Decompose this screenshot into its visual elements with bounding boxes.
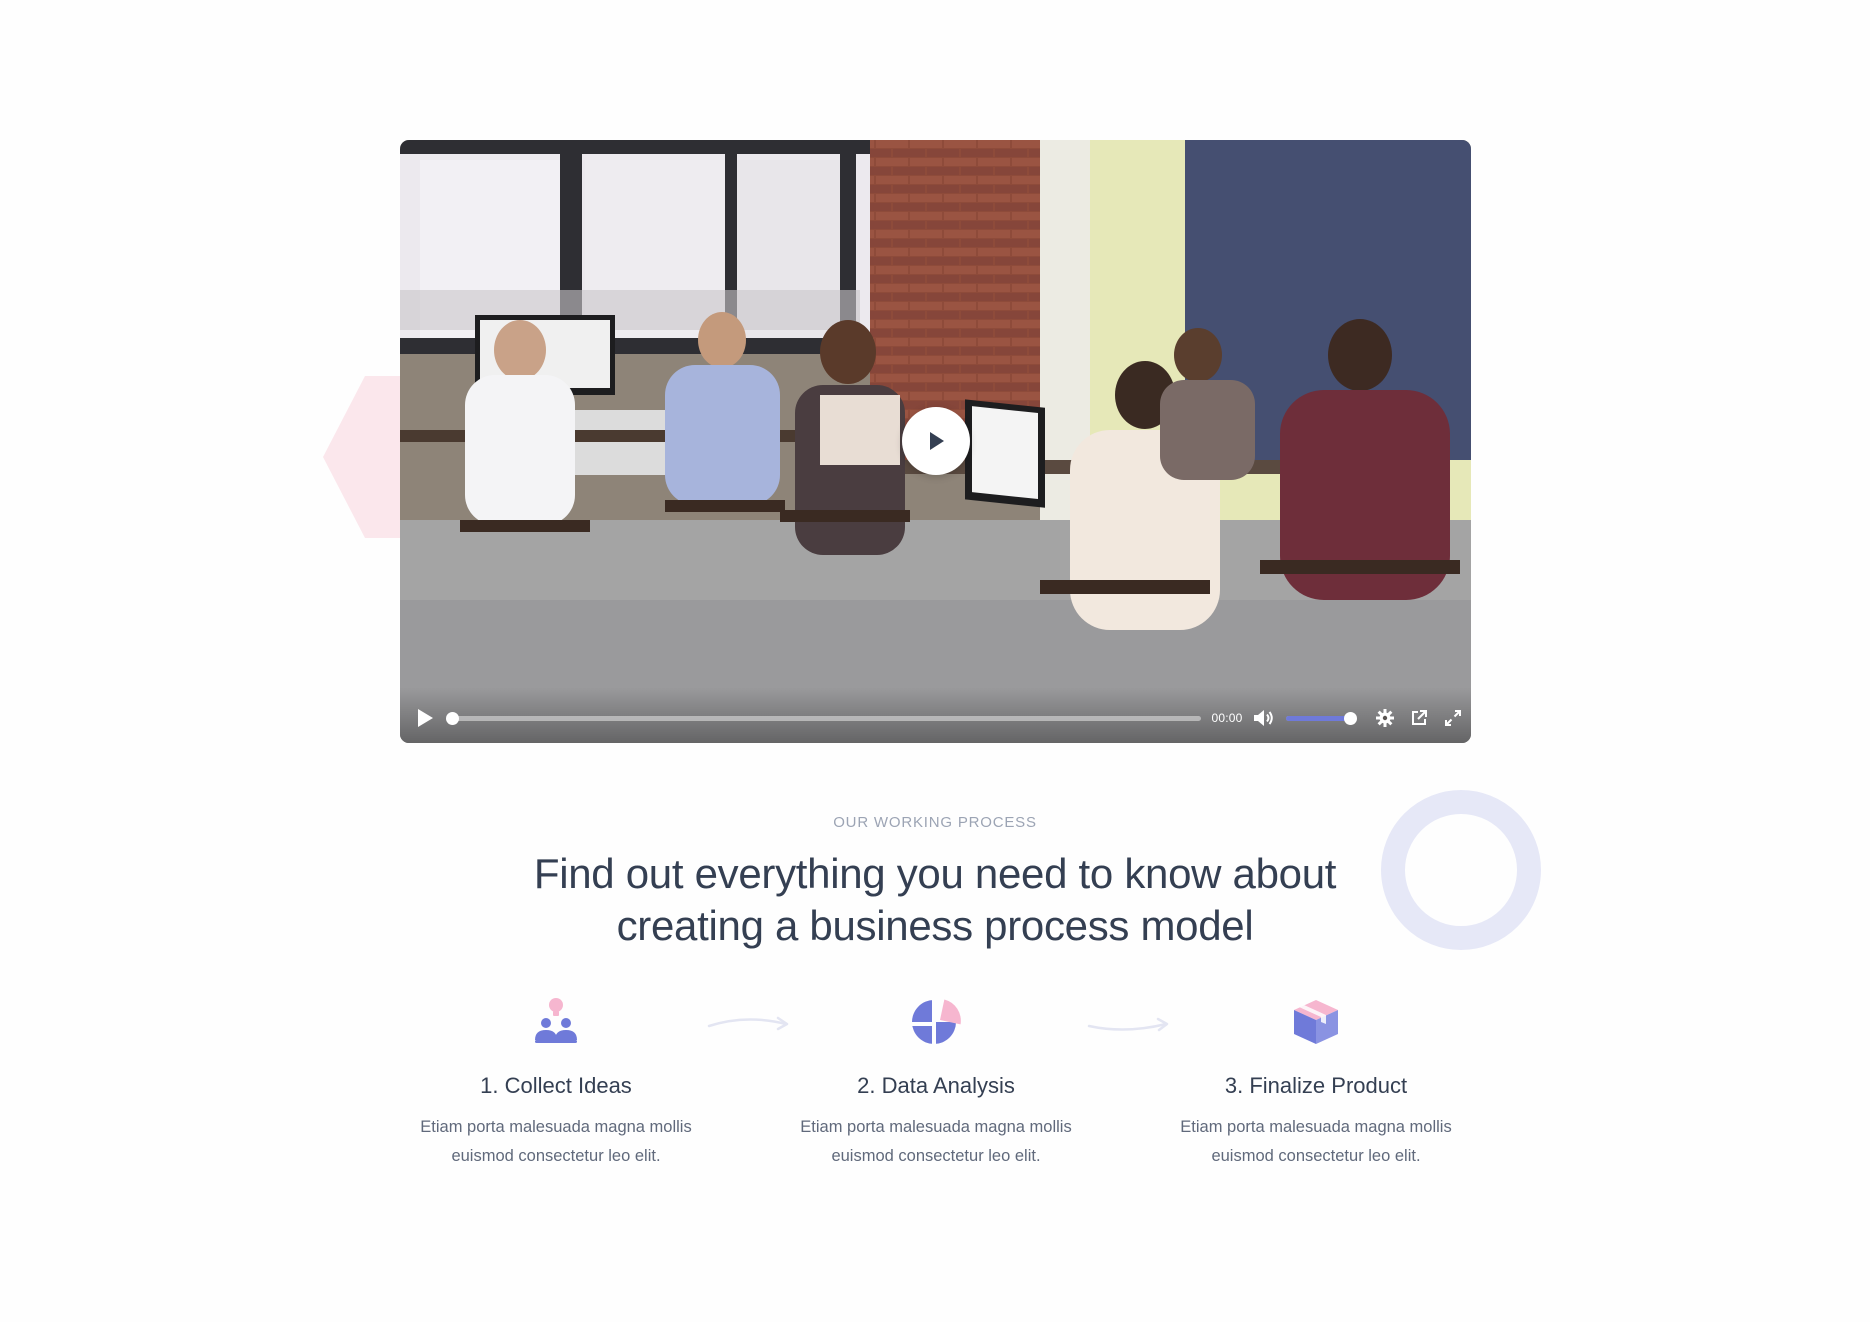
gear-icon: [1376, 709, 1394, 727]
step-description-line-2: euismod consectetur leo elit.: [831, 1147, 1041, 1165]
volume-icon: [1254, 710, 1273, 726]
page: 00:00 OUR WORKING PROCESS Find out every…: [0, 0, 1870, 1322]
volume-fill: [1286, 716, 1350, 721]
section-headline: Find out everything you need to know abo…: [460, 848, 1410, 952]
box-icon: [1294, 1000, 1338, 1044]
video-big-play-button[interactable]: [902, 407, 970, 475]
step-description-line-2: euismod consectetur leo elit.: [1211, 1147, 1421, 1165]
fullscreen-icon: [1445, 710, 1461, 726]
fullscreen-button[interactable]: [1442, 707, 1464, 729]
process-step-finalize-product: 3. Finalize Product Etiam porta malesuad…: [1156, 996, 1476, 1171]
volume-slider[interactable]: [1286, 712, 1357, 725]
video-controls-bar: 00:00: [400, 687, 1471, 743]
video-progress-bar[interactable]: [446, 712, 1201, 725]
headline-line-1: Find out everything you need to know abo…: [533, 850, 1337, 897]
video-time: 00:00: [1211, 711, 1243, 725]
mute-button[interactable]: [1252, 707, 1276, 729]
volume-thumb[interactable]: [1344, 712, 1357, 725]
video-player[interactable]: 00:00: [400, 140, 1471, 743]
headline-line-2: creating a business process model: [616, 902, 1254, 949]
step-title: 2. Data Analysis: [857, 1073, 1015, 1098]
step-description: Etiam porta malesuada magna mollis euism…: [396, 1113, 716, 1171]
step-description: Etiam porta malesuada magna mollis euism…: [1156, 1113, 1476, 1171]
pie-chart-icon: [912, 998, 961, 1046]
external-link-icon: [1412, 710, 1427, 725]
people-idea-icon: [535, 998, 577, 1043]
settings-button[interactable]: [1374, 707, 1396, 729]
play-icon: [418, 709, 433, 727]
process-steps: 1. Collect Ideas Etiam porta malesuada m…: [396, 996, 1476, 1176]
step-title: 3. Finalize Product: [1224, 1073, 1408, 1098]
step-description-line-1: Etiam porta malesuada magna mollis: [1180, 1118, 1452, 1136]
step-description-line-2: euismod consectetur leo elit.: [451, 1147, 661, 1165]
picture-in-picture-button[interactable]: [1408, 707, 1430, 729]
step-description-line-1: Etiam porta malesuada magna mollis: [800, 1118, 1072, 1136]
video-progress-thumb[interactable]: [446, 712, 459, 725]
step-description-line-1: Etiam porta malesuada magna mollis: [420, 1118, 692, 1136]
process-step-collect-ideas: 1. Collect Ideas Etiam porta malesuada m…: [396, 996, 716, 1171]
step-title: 1. Collect Ideas: [480, 1073, 632, 1098]
process-step-data-analysis: 2. Data Analysis Etiam porta malesuada m…: [776, 996, 1096, 1171]
step-description: Etiam porta malesuada magna mollis euism…: [776, 1113, 1096, 1171]
control-play-button[interactable]: [414, 707, 436, 729]
play-icon: [930, 432, 944, 450]
section-eyebrow: OUR WORKING PROCESS: [833, 814, 1037, 831]
